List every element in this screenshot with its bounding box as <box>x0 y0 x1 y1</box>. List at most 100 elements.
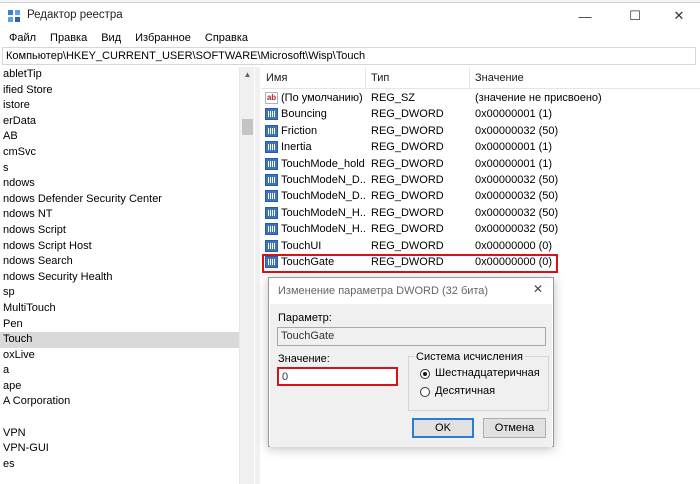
tree-item[interactable]: ndows Script <box>0 223 253 239</box>
tree-item[interactable]: s <box>0 161 253 177</box>
table-row[interactable]: TouchModeN_D... REG_DWORD 0x00000032 (50… <box>261 172 700 188</box>
pane-splitter[interactable] <box>255 67 260 484</box>
table-row[interactable]: TouchModeN_H... REG_DWORD 0x00000032 (50… <box>261 205 700 221</box>
column-header-value[interactable]: Значение <box>470 67 700 89</box>
close-button[interactable]: ✕ <box>656 3 700 29</box>
tree-item[interactable]: abletTip <box>0 67 253 83</box>
tree-item[interactable]: A Corporation <box>0 394 253 410</box>
tree-item[interactable]: istore <box>0 98 253 114</box>
value-type: REG_DWORD <box>371 157 444 170</box>
column-header-name[interactable]: Имя <box>261 67 366 89</box>
base-groupbox <box>408 356 549 411</box>
radio-hex-label[interactable]: Шестнадцатеричная <box>435 367 540 379</box>
minimize-button[interactable]: — <box>562 3 608 29</box>
dword-value-icon <box>265 124 278 137</box>
tree-item[interactable]: Pen <box>0 317 253 333</box>
column-header-type[interactable]: Тип <box>366 67 470 89</box>
dialog-close-icon[interactable]: ✕ <box>533 282 543 296</box>
value-name: TouchModeN_D... <box>281 173 365 186</box>
dword-value-icon <box>265 157 278 170</box>
menu-view[interactable]: Вид <box>101 30 121 46</box>
table-row[interactable]: TouchModeN_H... REG_DWORD 0x00000032 (50… <box>261 221 700 237</box>
touchgate-highlight-box <box>262 254 558 273</box>
table-row[interactable]: TouchModeN_D... REG_DWORD 0x00000032 (50… <box>261 188 700 204</box>
radio-dec[interactable] <box>420 387 430 397</box>
value-name: Bouncing <box>281 108 327 121</box>
value-rows: ab (По умолчанию) REG_SZ (значение не пр… <box>261 90 700 270</box>
value-type: REG_SZ <box>371 92 416 104</box>
table-row[interactable]: Friction REG_DWORD 0x00000032 (50) <box>261 123 700 139</box>
dword-value-icon <box>265 239 278 252</box>
tree-item[interactable]: AB <box>0 129 253 145</box>
address-bar[interactable]: Компьютер\HKEY_CURRENT_USER\SOFTWARE\Mic… <box>2 47 696 65</box>
dword-value-icon <box>265 173 278 186</box>
radio-hex[interactable] <box>420 369 430 379</box>
table-row[interactable]: ab (По умолчанию) REG_SZ (значение не пр… <box>261 90 700 106</box>
value-data: 0x00000032 (50) <box>475 206 559 219</box>
value-data: 0x00000032 (50) <box>475 190 559 203</box>
value-type: REG_DWORD <box>371 108 444 121</box>
tree-item[interactable]: ndows NT <box>0 207 253 223</box>
value-name: TouchModeN_H... <box>281 206 365 219</box>
value-name: TouchModeN_D... <box>281 190 365 203</box>
tree-item[interactable]: ified Store <box>0 83 253 99</box>
tree-item[interactable]: oxLive <box>0 348 253 364</box>
dword-value-icon <box>265 141 278 154</box>
table-row[interactable]: TouchUI REG_DWORD 0x00000000 (0) <box>261 238 700 254</box>
value-name: Friction <box>281 124 318 137</box>
ok-button[interactable]: OK <box>412 418 474 438</box>
tree-item[interactable]: erData <box>0 114 253 130</box>
value-data: 0x00000001 (1) <box>475 157 553 170</box>
table-row[interactable]: TouchMode_hold REG_DWORD 0x00000001 (1) <box>261 156 700 172</box>
radio-dec-label[interactable]: Десятичная <box>435 385 495 397</box>
value-type: REG_DWORD <box>371 190 444 203</box>
menu-edit[interactable]: Правка <box>50 30 87 46</box>
tree-item[interactable] <box>0 410 253 426</box>
value-data: 0x00000000 (0) <box>475 239 553 252</box>
value-data: 0x00000001 (1) <box>475 108 553 121</box>
registry-editor-window: Редактор реестра — ☐ ✕ Файл Правка Вид И… <box>0 2 700 484</box>
tree-item[interactable]: ndows Script Host <box>0 239 253 255</box>
scroll-up-arrow-icon[interactable]: ▲ <box>240 67 255 82</box>
value-name: TouchUI <box>281 239 322 252</box>
tree-item[interactable]: MultiTouch <box>0 301 253 317</box>
tree-item[interactable]: a <box>0 363 253 379</box>
tree-item[interactable]: ndows <box>0 176 253 192</box>
tree-item[interactable]: ndows Search <box>0 254 253 270</box>
dialog-body: Параметр: TouchGate Значение: 0 Система … <box>270 304 552 447</box>
value-name: (По умолчанию) <box>281 92 363 104</box>
value-type: REG_DWORD <box>371 223 444 236</box>
table-row[interactable]: Bouncing REG_DWORD 0x00000001 (1) <box>261 106 700 122</box>
tree-item[interactable]: ndows Defender Security Center <box>0 192 253 208</box>
cancel-button[interactable]: Отмена <box>483 418 546 438</box>
value-type: REG_DWORD <box>371 141 444 154</box>
value-label: Значение: <box>278 353 330 365</box>
menu-bar: Файл Правка Вид Избранное Справка <box>0 30 253 46</box>
tree-item[interactable]: es <box>0 457 253 473</box>
table-row[interactable]: Inertia REG_DWORD 0x00000001 (1) <box>261 139 700 155</box>
value-input[interactable]: 0 <box>277 367 398 386</box>
value-data: (значение не присвоено) <box>475 92 602 104</box>
tree-item[interactable]: ndows Security Health <box>0 270 253 286</box>
tree-item[interactable]: VPN <box>0 426 253 442</box>
tree-item[interactable]: VPN-GUI <box>0 441 253 457</box>
base-group-title: Система исчисления <box>414 351 525 363</box>
value-type: REG_DWORD <box>371 124 444 137</box>
tree-item-selected[interactable]: Touch <box>0 332 253 348</box>
scrollbar-thumb[interactable] <box>242 119 253 135</box>
value-type: REG_DWORD <box>371 239 444 252</box>
value-data: 0x00000032 (50) <box>475 173 559 186</box>
tree-item[interactable]: ape <box>0 379 253 395</box>
tree-item[interactable]: sp <box>0 285 253 301</box>
dword-value-icon <box>265 223 278 236</box>
registry-tree: abletTip ified Store istore erData AB cm… <box>0 67 253 484</box>
registry-editor-icon <box>8 10 20 22</box>
tree-item[interactable]: cmSvc <box>0 145 253 161</box>
menu-help[interactable]: Справка <box>205 30 248 46</box>
value-type: REG_DWORD <box>371 173 444 186</box>
menu-file[interactable]: Файл <box>9 30 36 46</box>
menu-favorites[interactable]: Избранное <box>135 30 191 46</box>
title-bar: Редактор реестра — ☐ ✕ <box>0 3 700 29</box>
tree-scrollbar[interactable]: ▲ <box>239 67 254 484</box>
maximize-button[interactable]: ☐ <box>612 3 658 29</box>
